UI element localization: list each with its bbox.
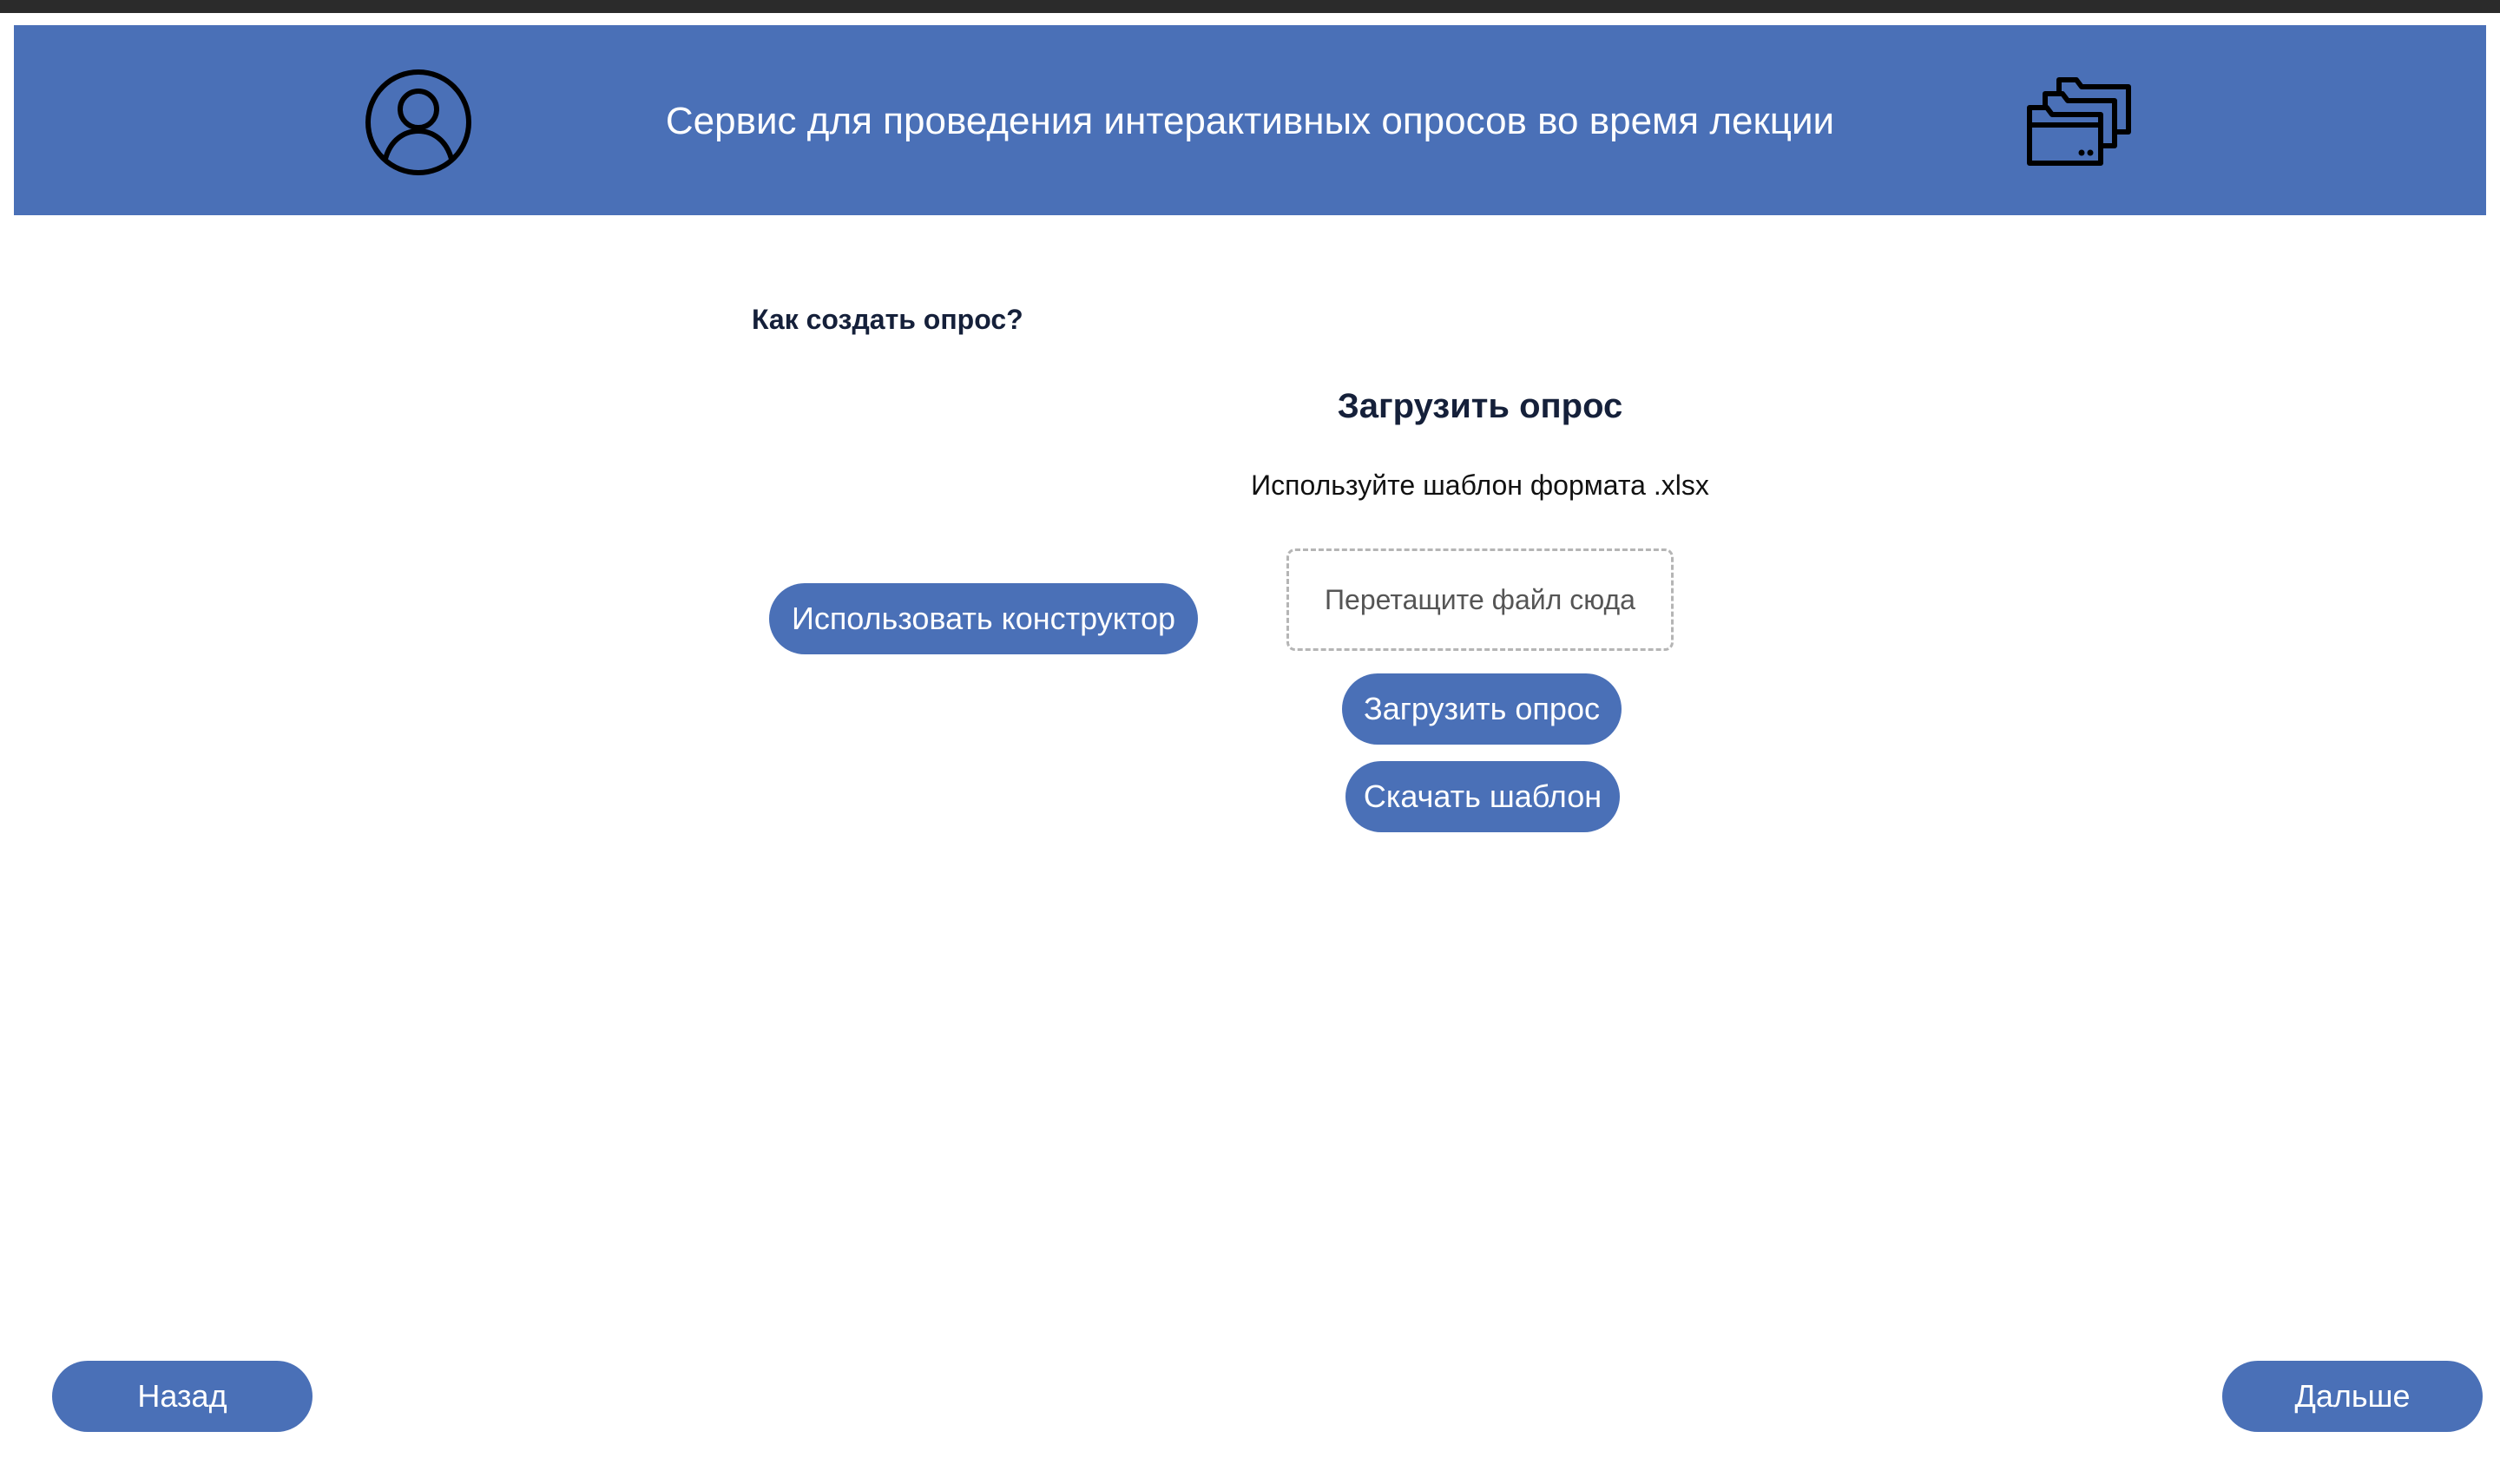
folders-icon[interactable] xyxy=(2026,76,2134,168)
file-dropzone[interactable]: Перетащите файл сюда xyxy=(1286,548,1674,651)
dropzone-text: Перетащите файл сюда xyxy=(1325,583,1635,615)
top-strip xyxy=(0,0,2500,13)
how-to-create-poll-link[interactable]: Как создать опрос? xyxy=(752,300,1023,338)
user-circle-icon[interactable] xyxy=(365,69,472,176)
download-template-button[interactable]: Скачать шаблон xyxy=(1345,761,1620,832)
header-title: Сервис для проведения интерактивных опро… xyxy=(665,100,1835,142)
back-button[interactable]: Назад xyxy=(52,1361,312,1432)
use-constructor-button[interactable]: Использовать конструктор xyxy=(769,583,1198,654)
next-button[interactable]: Дальше xyxy=(2222,1361,2483,1432)
upload-section-hint: Используйте шаблон формата .xlsx xyxy=(1251,469,1709,501)
upload-section-title: Загрузить опрос xyxy=(1337,387,1623,425)
upload-poll-button[interactable]: Загрузить опрос xyxy=(1342,673,1622,745)
